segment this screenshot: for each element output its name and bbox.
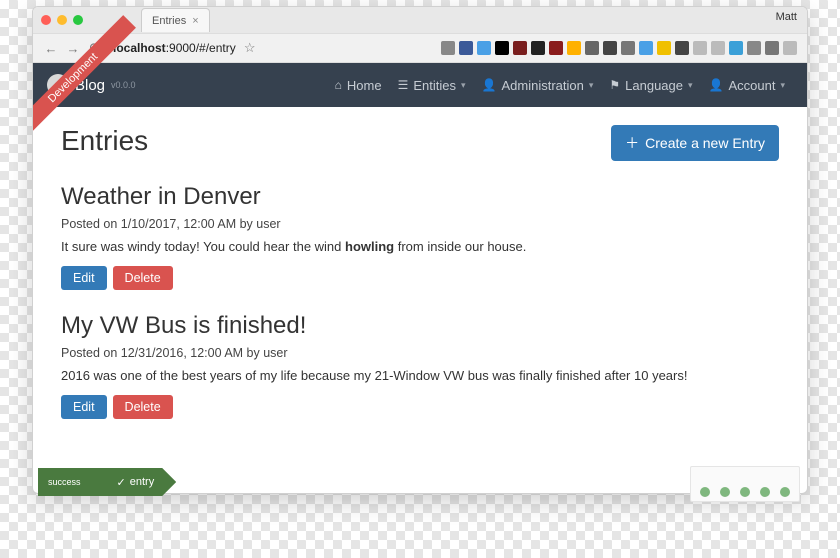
chevron-down-icon: ▾: [780, 80, 785, 91]
status-success: success: [48, 477, 81, 487]
forward-icon[interactable]: →: [65, 40, 81, 56]
graph-node-icon: [740, 487, 750, 497]
window-zoom-icon[interactable]: [73, 15, 83, 25]
nav-item-entities[interactable]: ☰ Entities ▾: [390, 72, 474, 99]
entry-body: 2016 was one of the best years of my lif…: [61, 368, 779, 383]
chevron-down-icon: ▾: [688, 80, 693, 91]
graph-node-icon: [780, 487, 790, 497]
app-navbar: ☺ Blog v0.0.0 ⌂Home☰Entities▾👤Administra…: [33, 63, 807, 107]
extension-icon[interactable]: [603, 41, 617, 55]
address-bar[interactable]: localhost:9000/#/entry: [113, 41, 236, 55]
extension-icon[interactable]: [657, 41, 671, 55]
nav-item-language[interactable]: ⚑ Language ▾: [601, 72, 700, 99]
nav-item-label: Language: [625, 78, 683, 93]
window-close-icon[interactable]: [41, 15, 51, 25]
tab-title: Entries: [152, 15, 186, 27]
extension-icon[interactable]: [729, 41, 743, 55]
chevron-down-icon: ▾: [461, 80, 466, 91]
extension-icon[interactable]: [441, 41, 455, 55]
entry: My VW Bus is finished! Posted on 12/31/20…: [61, 312, 779, 419]
extension-icon[interactable]: [513, 41, 527, 55]
extension-tray: [441, 41, 797, 55]
mini-graph-widget[interactable]: [690, 466, 800, 502]
extension-icon[interactable]: [621, 41, 635, 55]
entry-actions: EditDelete: [61, 266, 779, 290]
browser-toolbar: ← → ⟳ localhost:9000/#/entry ☆: [33, 33, 807, 63]
window-minimize-icon[interactable]: [57, 15, 67, 25]
nav-item-label: Home: [347, 78, 382, 93]
address-path: /#/entry: [196, 41, 236, 55]
extension-icon[interactable]: [477, 41, 491, 55]
create-entry-button[interactable]: ＋ Create a new Entry: [611, 125, 779, 161]
entry-title[interactable]: Weather in Denver: [61, 183, 779, 211]
list-icon: ☰: [398, 78, 409, 92]
extension-icon[interactable]: [765, 41, 779, 55]
delete-button[interactable]: Delete: [113, 395, 173, 419]
entry-title[interactable]: My VW Bus is finished!: [61, 312, 779, 340]
graph-node-icon: [700, 487, 710, 497]
extension-icon[interactable]: [549, 41, 563, 55]
extension-icon[interactable]: [711, 41, 725, 55]
brand-version: v0.0.0: [111, 80, 136, 90]
nav-item-home[interactable]: ⌂ Home: [327, 72, 390, 99]
address-port: :9000: [166, 41, 196, 55]
extension-icon[interactable]: [783, 41, 797, 55]
tab-close-icon[interactable]: ×: [192, 15, 198, 27]
flag-icon: ⚑: [609, 78, 620, 92]
user-icon: 👤: [482, 78, 497, 92]
edit-button[interactable]: Edit: [61, 266, 107, 290]
nav-item-label: Account: [728, 78, 775, 93]
entry-body: It sure was windy today! You could hear …: [61, 239, 779, 254]
create-entry-label: Create a new Entry: [645, 135, 765, 151]
build-status-ribbon[interactable]: 0 success ✓ entry: [38, 468, 176, 496]
page-title: Entries: [61, 125, 148, 157]
chevron-down-icon: ▾: [589, 80, 594, 91]
entry-meta: Posted on 1/10/2017, 12:00 AM by user: [61, 217, 779, 231]
graph-node-icon: [720, 487, 730, 497]
nav-item-account[interactable]: 👤 Account ▾: [701, 72, 793, 99]
extension-icon[interactable]: [675, 41, 689, 55]
entry-body-text: 2016 was one of the best years of my lif…: [61, 368, 687, 383]
extension-icon[interactable]: [585, 41, 599, 55]
browser-tab[interactable]: Entries ×: [141, 8, 210, 32]
nav-item-label: Administration: [501, 78, 583, 93]
graph-node-icon: [760, 487, 770, 497]
account-icon: 👤: [709, 78, 724, 92]
page-content: Entries ＋ Create a new Entry Weather in …: [33, 107, 807, 429]
back-icon[interactable]: ←: [43, 40, 59, 56]
plus-icon: ＋: [625, 133, 639, 153]
nav-item-administration[interactable]: 👤 Administration ▾: [474, 72, 602, 99]
extension-icon[interactable]: [567, 41, 581, 55]
check-icon: ✓: [117, 476, 126, 489]
bookmark-icon[interactable]: ☆: [242, 40, 258, 56]
delete-button[interactable]: Delete: [113, 266, 173, 290]
entry-body-text: from inside our house.: [394, 239, 526, 254]
browser-window: Entries × Matt ← → ⟳ localhost:9000/#/en…: [32, 6, 808, 494]
entry: Weather in Denver Posted on 1/10/2017, 12…: [61, 183, 779, 290]
browser-tabbar: Entries × Matt: [33, 7, 807, 33]
extension-icon[interactable]: [495, 41, 509, 55]
entry-actions: EditDelete: [61, 395, 779, 419]
home-icon: ⌂: [335, 78, 342, 92]
extension-icon[interactable]: [639, 41, 653, 55]
entry-meta: Posted on 12/31/2016, 12:00 AM by user: [61, 346, 779, 360]
extension-icon[interactable]: [747, 41, 761, 55]
address-host: localhost: [113, 41, 166, 55]
entry-body-text: It sure was windy today! You could hear …: [61, 239, 345, 254]
extension-icon[interactable]: [693, 41, 707, 55]
nav-item-label: Entities: [413, 78, 456, 93]
status-entity: entry: [130, 476, 154, 488]
extension-icon[interactable]: [531, 41, 545, 55]
extension-icon[interactable]: [459, 41, 473, 55]
entry-body-strong: howling: [345, 239, 394, 254]
edit-button[interactable]: Edit: [61, 395, 107, 419]
os-menu-user: Matt: [776, 11, 797, 23]
